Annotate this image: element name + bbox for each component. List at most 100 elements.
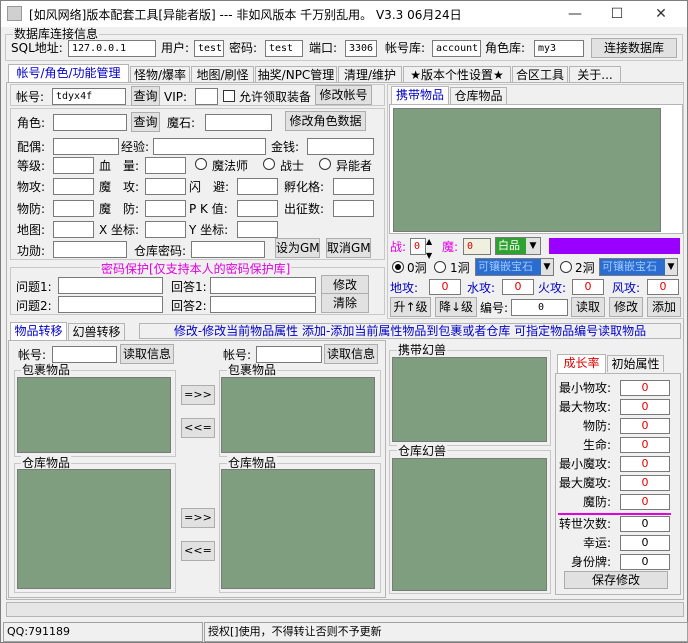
vip-input[interactable] [195,88,218,105]
user-input[interactable]: test [194,40,224,57]
code-input[interactable]: 0 [511,299,568,316]
tab-growth[interactable]: 成长率 [557,354,606,373]
expedition-input[interactable] [333,200,374,217]
dodge-input[interactable] [237,178,278,195]
store1-list[interactable] [17,469,171,589]
tab-pet-transfer[interactable]: 幻兽转移 [68,323,125,340]
ycoord-input[interactable] [237,221,278,238]
grade-select[interactable]: 白品 ▼ [495,237,541,255]
growth-value-input[interactable]: 0 [620,418,670,434]
tab-init-attr[interactable]: 初始属性 [607,355,664,372]
earth-atk-input[interactable]: 0 [429,279,461,295]
magic-def-input[interactable] [145,200,186,217]
hole2-radio[interactable] [560,261,572,273]
read-item-button[interactable]: 读取 [571,297,605,317]
account-query-button[interactable]: 查询 [131,86,160,106]
gem-slot-select-2[interactable]: 可镶嵌宝石 ▼ [599,258,678,276]
magic-input[interactable]: 0 [463,238,491,255]
move-right-button-1[interactable]: =>> [181,385,215,405]
modify-item-button[interactable]: 修改 [609,297,643,317]
phys-def-input[interactable] [53,200,94,217]
tab-merge[interactable]: 合区工具 [512,66,568,83]
save-changes-button[interactable]: 保存修改 [564,571,668,589]
blood-input[interactable] [145,157,186,174]
set-gm-button[interactable]: 设为GM [275,238,320,258]
level-up-button[interactable]: 升↑级 [390,297,431,317]
pwd-input[interactable]: test [265,40,303,57]
map-input[interactable] [53,221,94,238]
hole1-radio[interactable] [434,261,446,273]
level-down-button[interactable]: 降↓级 [435,297,477,317]
move-left-button-2[interactable]: <<= [181,541,215,561]
minimize-icon[interactable]: — [553,3,597,25]
role-db-input[interactable]: my3 [534,40,584,57]
move-left-button-1[interactable]: <<= [181,418,215,438]
hole0-radio[interactable] [392,261,404,273]
tab-about[interactable]: 关于... [569,66,621,83]
cancel-gm-button[interactable]: 取消GM [326,238,371,258]
store-pet-list[interactable] [392,458,547,591]
magic-stone-input[interactable] [205,114,272,131]
warrior-radio[interactable] [263,158,275,170]
growth-value-input[interactable]: 0 [620,399,670,415]
modify-account-button[interactable]: 修改帐号 [315,85,372,105]
tab-version-settings[interactable]: ★版本个性设置★ [403,66,511,83]
carry-pet-list[interactable] [392,357,547,442]
wind-atk-input[interactable]: 0 [647,279,679,295]
mage-radio[interactable] [195,158,207,170]
carry-items-list[interactable] [393,108,661,232]
a2-input[interactable] [210,296,316,313]
connect-db-button[interactable]: 连接数据库 [591,38,677,58]
water-atk-input[interactable]: 0 [502,279,534,295]
tab-account-role[interactable]: 帐号/角色/功能管理 [8,64,129,83]
tab-store-items[interactable]: 仓库物品 [450,87,507,104]
pwd-modify-button[interactable]: 修改 [321,275,369,295]
growth-value-input[interactable]: 0 [620,380,670,396]
growth-value-input[interactable]: 0 [620,475,670,491]
tab-monster[interactable]: 怪物/爆率 [130,66,190,83]
close-icon[interactable]: ✕ [639,3,683,25]
growth-value-input[interactable]: 0 [620,554,670,570]
incubate-input[interactable] [333,178,374,195]
battle-input[interactable]: 0 [410,238,426,255]
exp-input[interactable] [153,138,266,155]
tab-lottery-npc[interactable]: 抽奖/NPC管理 [255,66,337,83]
gold-input[interactable] [307,138,374,155]
modify-role-button[interactable]: 修改角色数据 [285,111,366,131]
phys-atk-input[interactable] [53,178,94,195]
acct2-input[interactable] [256,346,322,363]
growth-value-input[interactable]: 0 [620,494,670,510]
add-item-button[interactable]: 添加 [647,297,681,317]
merit-input[interactable] [53,241,127,258]
growth-value-input[interactable]: 0 [620,535,670,551]
growth-value-input[interactable]: 0 [620,456,670,472]
a1-input[interactable] [210,277,316,294]
battle-spin-icon[interactable]: ▲ ▼ [426,235,432,263]
sql-input[interactable]: 127.0.0.1 [68,40,156,57]
pk-input[interactable] [237,200,278,217]
account-input[interactable]: tdyx4f [52,88,126,105]
q2-input[interactable] [58,296,163,313]
magic-atk-input[interactable] [145,178,186,195]
read-info-button-1[interactable]: 读取信息 [120,344,174,364]
read-info-button-2[interactable]: 读取信息 [324,344,378,364]
bag2-list[interactable] [221,377,375,453]
spouse-input[interactable] [53,138,119,155]
growth-value-input[interactable]: 0 [620,516,670,532]
tab-item-transfer[interactable]: 物品转移 [10,322,67,341]
acct1-input[interactable] [52,346,117,363]
gem-slot-select-1[interactable]: 可镶嵌宝石 ▼ [475,258,554,276]
role-input[interactable] [53,114,127,131]
tab-map[interactable]: 地图/刷怪 [191,66,254,83]
warehouse-pwd-input[interactable] [191,241,265,258]
esper-radio[interactable] [319,158,331,170]
growth-value-input[interactable]: 0 [620,437,670,453]
tab-carry-items[interactable]: 携带物品 [391,86,449,105]
maximize-icon[interactable]: ☐ [595,3,639,25]
port-input[interactable]: 3306 [345,40,377,57]
store2-list[interactable] [221,469,375,589]
role-query-button[interactable]: 查询 [131,112,160,132]
bag1-list[interactable] [17,377,171,453]
xcoord-input[interactable] [145,221,186,238]
move-right-button-2[interactable]: =>> [181,508,215,528]
